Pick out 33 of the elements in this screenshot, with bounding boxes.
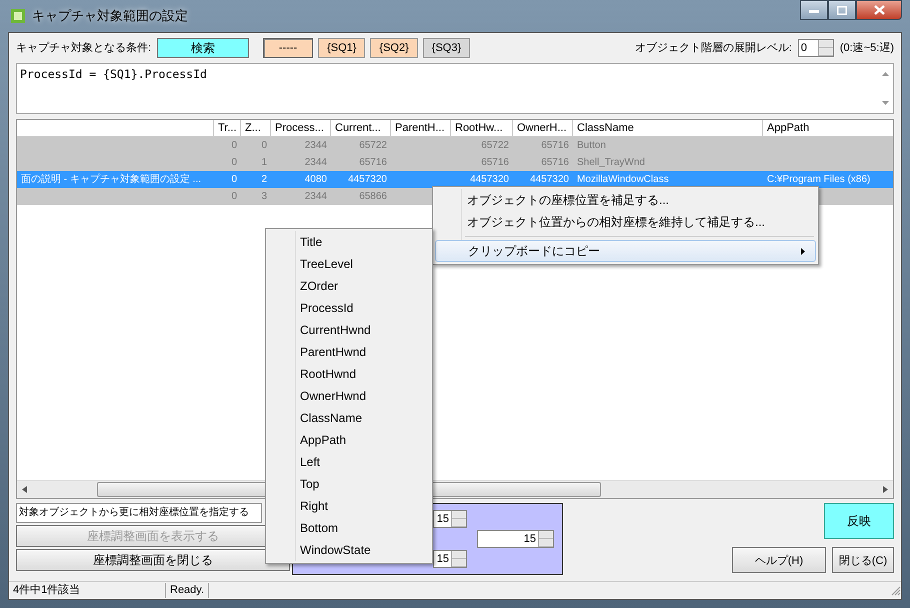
table-cell: 1 xyxy=(261,156,267,168)
table-cell: Shell_TrayWnd xyxy=(577,156,645,168)
table-cell: 0 xyxy=(261,140,267,151)
depth-hint: (0:速~5:遅) xyxy=(840,41,894,56)
table-cell: 4457320 xyxy=(470,174,509,185)
table-cell: 65866 xyxy=(359,190,387,202)
status-text: Ready. xyxy=(166,583,210,598)
table-cell: 0 xyxy=(231,140,237,151)
condition-label: キャプチャ対象となる条件: xyxy=(16,40,152,56)
table-cell: 65716 xyxy=(541,156,569,168)
table-cell: 65722 xyxy=(481,140,509,151)
table-cell: 3 xyxy=(261,190,267,202)
table-cell: 面の説明 - キャプチャ対象範囲の設定 ... xyxy=(21,174,201,185)
table-cell: 2344 xyxy=(304,156,327,168)
table-cell: 0 xyxy=(231,190,237,202)
table-cell: 4080 xyxy=(304,174,327,185)
table-cell: 65716 xyxy=(541,140,569,151)
table-cell: Button xyxy=(577,140,606,151)
table-cell: 4457320 xyxy=(530,174,569,185)
table-cell: 65716 xyxy=(481,156,509,168)
table-cell: 65722 xyxy=(359,140,387,151)
table-cell: C:¥Program Files (x86) xyxy=(767,174,870,185)
table-cell: 4457320 xyxy=(348,174,387,185)
table-cell: 2344 xyxy=(304,190,327,202)
table-cell: 65716 xyxy=(359,156,387,168)
depth-label: オブジェクト階層の展開レベル: xyxy=(634,40,792,56)
status-text: 4件中1件該当 xyxy=(9,583,166,598)
table-cell: 2 xyxy=(261,174,267,185)
table-cell: 0 xyxy=(231,156,237,168)
table-cell: 0 xyxy=(231,174,237,185)
table-cell: 2344 xyxy=(304,140,327,151)
window-title: キャプチャ対象範囲の設定 xyxy=(32,7,188,25)
table-cell: MozillaWindowClass xyxy=(577,174,669,185)
